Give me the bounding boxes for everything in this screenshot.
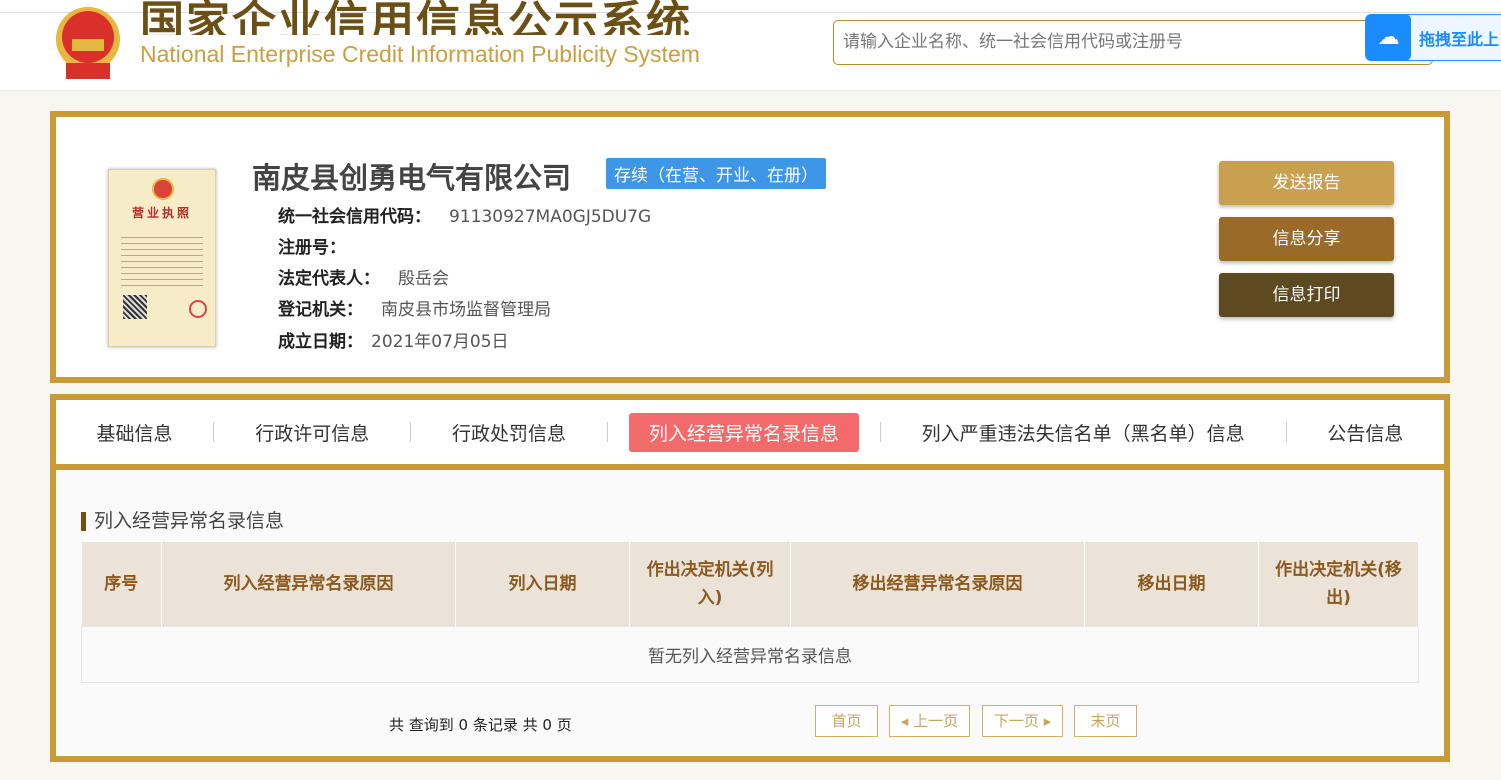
site-title-cn: 国家企业信用信息公示系统 [140, 0, 692, 35]
divider [606, 422, 608, 442]
col-header: 移出经营异常名录原因 [790, 542, 1085, 626]
divider [410, 422, 412, 442]
prev-page-button[interactable]: ◂ 上一页 [889, 705, 970, 737]
detail-card: 基础信息 行政许可信息 行政处罚信息 列入经营异常名录信息 列入严重违法失信名单… [50, 394, 1450, 762]
share-button[interactable]: 信息分享 [1219, 217, 1394, 261]
baidu-drop-widget[interactable]: ☁ 拖拽至此上 [1365, 14, 1501, 61]
tab-bar: 基础信息 行政许可信息 行政处罚信息 列入经营异常名录信息 列入严重违法失信名单… [56, 400, 1444, 470]
col-header: 作出决定机关(移出) [1258, 542, 1419, 626]
tab-penalty[interactable]: 行政处罚信息 [432, 413, 586, 452]
company-card: 营业执照 南皮县创勇电气有限公司 存续（在营、开业、在册） 统一社会信用代码： 9… [50, 111, 1450, 383]
baidu-drop-label: 拖拽至此上 [1419, 29, 1500, 49]
tab-announcement[interactable]: 公告信息 [1307, 413, 1423, 452]
first-page-button[interactable]: 首页 [815, 705, 878, 737]
info-authority: 登记机关： 南皮县市场监督管理局 [278, 300, 551, 320]
section-title: 列入经营异常名录信息 [81, 512, 284, 531]
print-button[interactable]: 信息打印 [1219, 273, 1394, 317]
divider [879, 422, 881, 442]
tab-abnormal[interactable]: 列入经营异常名录信息 [628, 412, 859, 452]
company-name: 南皮县创勇电气有限公司 [252, 161, 572, 195]
last-page-button[interactable]: 末页 [1074, 705, 1137, 737]
col-header: 序号 [81, 542, 162, 626]
license-title: 营业执照 [131, 206, 192, 220]
abnormal-table: 序号 列入经营异常名录原因 列入日期 作出决定机关(列入) 移出经营异常名录原因… [81, 542, 1419, 683]
info-reg-no: 注册号： [278, 238, 346, 258]
site-title-en: National Enterprise Credit Information P… [140, 41, 700, 67]
divider [1285, 422, 1287, 442]
col-header: 作出决定机关(列入) [629, 542, 791, 626]
status-badge: 存续（在营、开业、在册） [606, 158, 826, 189]
qr-code-icon [123, 295, 147, 319]
business-license-image[interactable]: 营业执照 [108, 169, 216, 347]
info-founded: 成立日期： 2021年07月05日 [278, 332, 509, 352]
license-text [121, 232, 203, 288]
site-header: 国家企业信用信息公示系统 National Enterprise Credit … [0, 0, 1501, 91]
search-input[interactable]: 请输入企业名称、统一社会信用代码或注册号 [833, 20, 1433, 65]
col-header: 列入经营异常名录原因 [161, 542, 456, 626]
seal-icon [189, 300, 207, 318]
next-label: 下一页 [993, 712, 1039, 730]
pagination-summary: 共 查询到 0 条记录 共 0 页 [389, 716, 572, 734]
divider [213, 422, 215, 442]
info-legal-rep: 法定代表人： 殷岳会 [278, 269, 449, 289]
empty-row: 暂无列入经营异常名录信息 [81, 625, 1419, 683]
national-emblem-icon [56, 7, 120, 79]
next-page-button[interactable]: 下一页 ▸ [982, 705, 1063, 737]
tab-blacklist[interactable]: 列入严重违法失信名单（黑名单）信息 [902, 413, 1265, 452]
prev-label: 上一页 [913, 712, 959, 730]
col-header: 列入日期 [455, 542, 630, 626]
tab-basic[interactable]: 基础信息 [76, 413, 192, 452]
info-credit-code: 统一社会信用代码： 91130927MA0GJ5DU7G [278, 207, 652, 227]
send-report-button[interactable]: 发送报告 [1219, 161, 1394, 205]
col-header: 移出日期 [1084, 542, 1259, 626]
emblem-icon [152, 178, 174, 200]
tab-license[interactable]: 行政许可信息 [235, 413, 389, 452]
cloud-icon: ☁ [1366, 14, 1411, 61]
